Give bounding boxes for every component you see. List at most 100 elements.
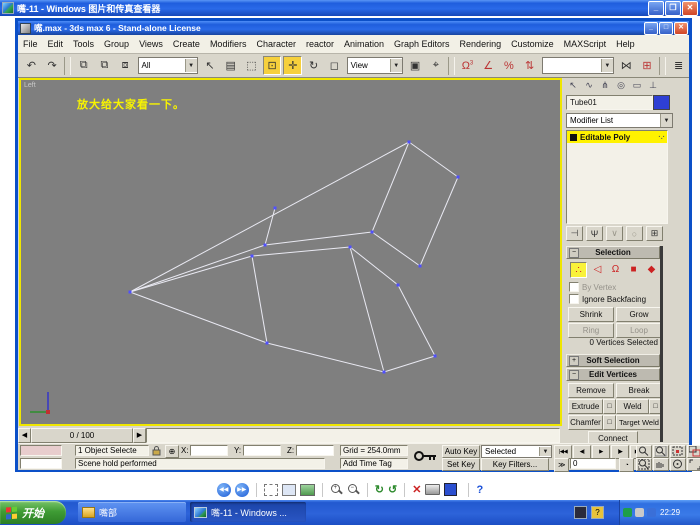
unlink-selection-icon[interactable]: ⧉	[95, 56, 114, 75]
loop-button[interactable]: Loop	[616, 323, 662, 338]
menu-create[interactable]: Create	[168, 38, 205, 50]
menu-customize[interactable]: Customize	[506, 38, 559, 50]
modifier-list-dropdown[interactable]: Modifier List ▼	[566, 113, 673, 128]
rotate-clockwise-button[interactable]: ↻	[375, 483, 384, 497]
zoom-icon[interactable]	[636, 445, 652, 458]
previous-frame-button[interactable]: ◀|	[573, 445, 591, 459]
select-and-link-icon[interactable]: ⧉	[74, 56, 94, 75]
print-button[interactable]	[425, 484, 441, 495]
close-button[interactable]: ✕	[674, 22, 688, 35]
selection-lock-icon[interactable]	[152, 446, 161, 456]
menu-rendering[interactable]: Rendering	[455, 38, 507, 50]
chamfer-settings-button[interactable]: □	[603, 415, 616, 430]
object-color-swatch[interactable]	[653, 95, 670, 110]
align-icon[interactable]: ⊞	[637, 56, 657, 75]
menu-reactor[interactable]: reactor	[301, 38, 339, 50]
by-vertex-checkbox[interactable]	[569, 282, 579, 292]
x-coordinate-field[interactable]	[190, 445, 228, 456]
minimize-button[interactable]: _	[644, 22, 658, 35]
menu-tools[interactable]: Tools	[68, 38, 99, 50]
menu-modifiers[interactable]: Modifiers	[205, 38, 252, 50]
maxscript-mini-listener-white[interactable]	[20, 458, 62, 469]
key-filters-button[interactable]: Key Filters...	[481, 458, 549, 471]
utilities-tab[interactable]: ⊥	[646, 79, 660, 92]
select-and-manipulate-icon[interactable]: ⌖	[426, 56, 446, 75]
menu-animation[interactable]: Animation	[339, 38, 389, 50]
time-slider-handle[interactable]: 0 / 100	[31, 427, 133, 443]
slideshow-button[interactable]	[299, 483, 315, 496]
select-by-name-icon[interactable]: ▤	[221, 56, 241, 75]
target-weld-button[interactable]: Target Weld	[616, 415, 662, 430]
key-mode-toggle[interactable]: ≫	[554, 458, 569, 472]
extrude-button[interactable]: Extrude	[568, 399, 603, 414]
current-frame-field[interactable]: 0	[570, 458, 616, 469]
polygon-subobject-icon[interactable]: ■	[626, 262, 641, 276]
keyboard-tray-icon[interactable]	[574, 506, 587, 519]
edge-subobject-icon[interactable]: ◁	[590, 262, 605, 276]
weld-button[interactable]: Weld	[616, 399, 649, 414]
tray-icon-2[interactable]	[635, 508, 644, 517]
actual-size-button[interactable]	[281, 483, 296, 496]
menu-maxscript[interactable]: MAXScript	[559, 38, 612, 50]
zoom-in-button[interactable]: +	[330, 483, 343, 496]
time-slider-track[interactable]	[146, 427, 560, 443]
maxscript-mini-listener-pink[interactable]	[20, 445, 62, 456]
best-fit-button[interactable]	[263, 483, 278, 496]
spinner-snap-icon[interactable]: ⇅	[520, 56, 539, 75]
mirror-icon[interactable]: ⋈	[616, 56, 636, 75]
extrude-settings-button[interactable]: □	[603, 399, 616, 414]
zoom-out-button[interactable]: −	[347, 483, 360, 496]
menu-file[interactable]: File	[18, 38, 43, 50]
add-time-tag[interactable]: Add Time Tag	[340, 458, 408, 469]
pin-stack-icon[interactable]: ⊣	[566, 226, 583, 241]
go-to-start-button[interactable]: |◀◀	[554, 445, 572, 459]
reference-coordinate-dropdown[interactable]: View ▼	[346, 57, 403, 74]
show-end-result-icon[interactable]: Ψ	[586, 226, 603, 241]
break-button[interactable]: Break	[616, 383, 662, 398]
arc-rotate-icon[interactable]	[670, 458, 686, 471]
select-and-rotate-icon[interactable]: ↻	[304, 56, 323, 75]
zoom-all-icon[interactable]	[653, 445, 669, 458]
y-coordinate-field[interactable]	[243, 445, 281, 456]
by-vertex-checkbox-row[interactable]: By Vertex	[569, 282, 616, 292]
modify-tab[interactable]: ∿	[582, 79, 596, 92]
viewport-left[interactable]: Left 放大给大家看一下。	[19, 78, 562, 426]
save-button[interactable]	[444, 483, 458, 496]
window-crossing-icon[interactable]: ⊡	[262, 56, 282, 75]
help-button[interactable]: ?	[476, 483, 483, 497]
tray-icon-1[interactable]	[623, 508, 632, 517]
angle-snap-icon[interactable]: ∠	[478, 56, 498, 75]
absolute-offset-toggle[interactable]: ⊕	[165, 445, 179, 458]
previous-image-button[interactable]: ◀◀	[216, 482, 231, 497]
remove-modifier-icon[interactable]: ○	[626, 226, 643, 241]
auto-key-button[interactable]: Auto Key	[442, 445, 480, 458]
layer-manager-icon[interactable]: ≣	[669, 56, 688, 75]
minimize-button[interactable]: _	[648, 1, 664, 16]
menu-group[interactable]: Group	[99, 38, 134, 50]
bind-to-space-warp-icon[interactable]: ⧈	[115, 56, 135, 75]
maximize-button[interactable]: □	[659, 22, 673, 35]
delete-button[interactable]: ✕	[412, 483, 421, 497]
select-and-scale-icon[interactable]: ◻	[324, 56, 344, 75]
time-slider-left-arrow[interactable]: ◀	[18, 427, 31, 443]
next-image-button[interactable]: ▶▶	[234, 482, 249, 497]
next-frame-button[interactable]: |▶	[611, 445, 629, 459]
close-button[interactable]: ✕	[682, 1, 698, 16]
menu-graph-editors[interactable]: Graph Editors	[389, 38, 455, 50]
ring-button[interactable]: Ring	[568, 323, 614, 338]
redo-icon[interactable]: ↷	[42, 56, 62, 75]
selection-set-dropdown[interactable]: Selected ▼	[481, 445, 552, 458]
tray-icon-3[interactable]	[647, 508, 656, 517]
vertex-subobject-icon[interactable]: ∴	[570, 262, 587, 278]
hierarchy-tab[interactable]: ⋔	[598, 79, 612, 92]
stack-item-editable-poly[interactable]: Editable Poly ·.·	[567, 131, 667, 143]
percent-snap-icon[interactable]: %	[499, 56, 519, 75]
z-coordinate-field[interactable]	[296, 445, 334, 456]
menu-character[interactable]: Character	[251, 38, 301, 50]
zoom-extents-all-icon[interactable]	[687, 445, 700, 458]
menu-edit[interactable]: Edit	[43, 38, 69, 50]
play-button[interactable]: ▶	[592, 445, 610, 459]
question-tray-icon[interactable]: ?	[591, 506, 604, 519]
selection-rollout-header[interactable]: − Selection	[566, 246, 660, 259]
restore-button[interactable]: ❐	[665, 1, 681, 16]
